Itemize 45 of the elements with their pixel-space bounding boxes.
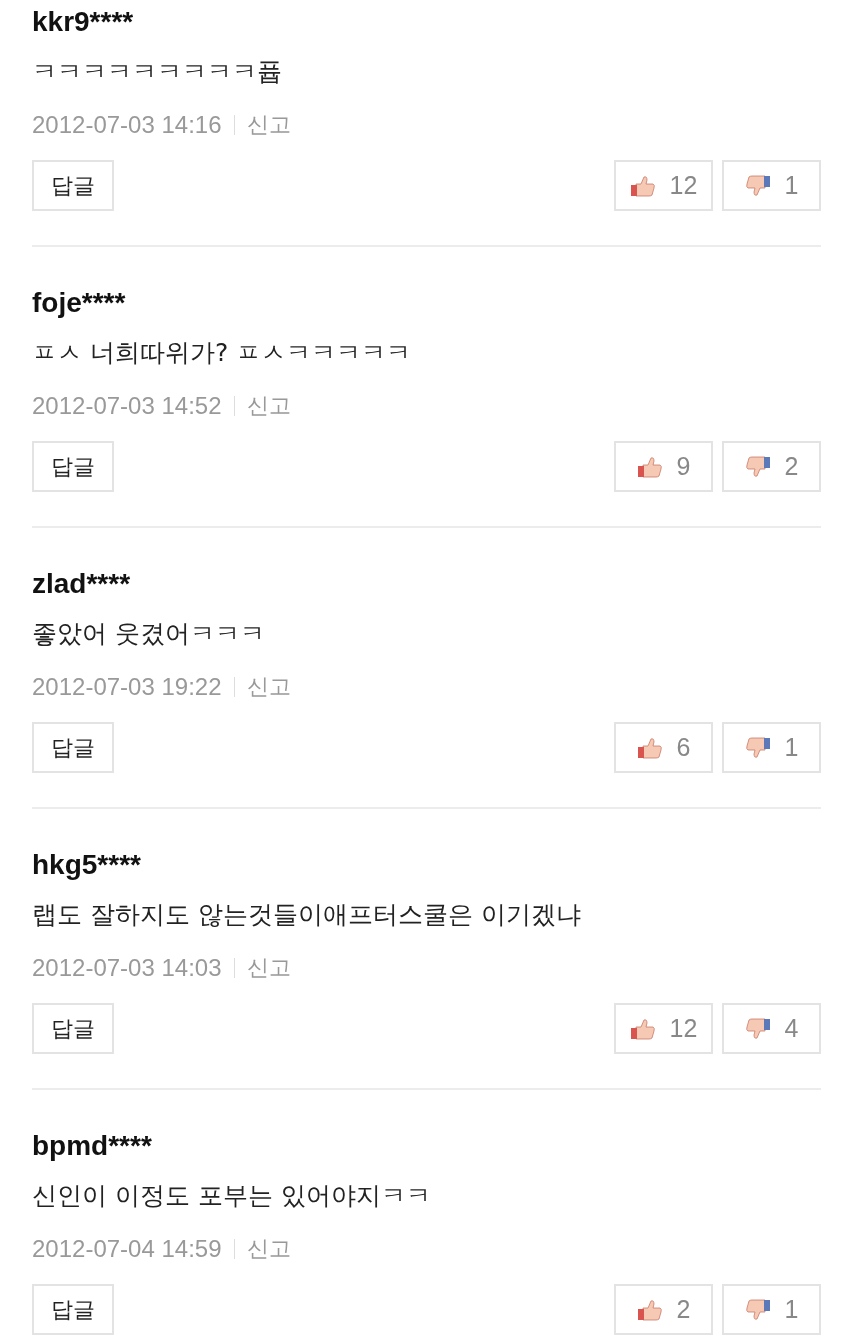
dislike-button[interactable]: 1 xyxy=(722,1284,821,1335)
thumbs-down-icon xyxy=(744,736,771,759)
reply-button[interactable]: 답글 xyxy=(32,160,114,211)
like-button[interactable]: 6 xyxy=(614,722,713,773)
report-link[interactable]: 신고 xyxy=(246,391,291,421)
dislike-button[interactable]: 4 xyxy=(722,1003,821,1054)
comment-text: 신인이 이정도 포부는 있어야지ㅋㅋ xyxy=(32,1180,432,1212)
reply-button[interactable]: 답글 xyxy=(32,1284,114,1335)
comment-text: 랩도 잘하지도 않는것들이애프터스쿨은 이기겠냐 xyxy=(32,899,582,931)
reply-button[interactable]: 답글 xyxy=(32,722,114,773)
dislike-button[interactable]: 1 xyxy=(722,722,821,773)
username: bpmd**** xyxy=(32,1129,153,1163)
thumbs-up-icon xyxy=(636,736,663,759)
comment-text: 좋았어 웃겼어ㅋㅋㅋ xyxy=(32,618,266,650)
username: kkr9**** xyxy=(32,5,135,39)
like-button[interactable]: 12 xyxy=(614,1003,713,1054)
thumbs-up-icon xyxy=(636,1298,663,1321)
report-link[interactable]: 신고 xyxy=(246,1234,291,1264)
username: hkg5**** xyxy=(32,848,142,882)
comment-text: ㅍㅅ 너희따위가? ㅍㅅㅋㅋㅋㅋㅋ xyxy=(32,337,413,369)
thumbs-down-icon xyxy=(744,1017,771,1040)
thumbs-up-icon xyxy=(629,1017,656,1040)
dislike-button[interactable]: 2 xyxy=(722,441,821,492)
comment-date: 2012-07-03 14:03 xyxy=(32,954,222,982)
thumbs-down-icon xyxy=(744,174,771,197)
report-link[interactable]: 신고 xyxy=(246,672,291,702)
reply-button[interactable]: 답글 xyxy=(32,1003,114,1054)
thumbs-down-icon xyxy=(744,1298,771,1321)
comment-text: ㅋㅋㅋㅋㅋㅋㅋㅋㅋ퓹 xyxy=(32,56,283,88)
like-button[interactable]: 9 xyxy=(614,441,713,492)
comment-date: 2012-07-03 14:16 xyxy=(32,111,222,139)
comment-date: 2012-07-04 14:59 xyxy=(32,1235,222,1263)
report-link[interactable]: 신고 xyxy=(246,110,291,140)
dislike-button[interactable]: 1 xyxy=(722,160,821,211)
comment-date: 2012-07-03 14:52 xyxy=(32,392,222,420)
thumbs-down-icon xyxy=(744,455,771,478)
username: foje**** xyxy=(32,286,127,320)
comment-date: 2012-07-03 19:22 xyxy=(32,673,222,701)
thumbs-up-icon xyxy=(629,174,656,197)
reply-button[interactable]: 답글 xyxy=(32,441,114,492)
report-link[interactable]: 신고 xyxy=(246,953,291,983)
like-button[interactable]: 12 xyxy=(614,160,713,211)
like-button[interactable]: 2 xyxy=(614,1284,713,1335)
thumbs-up-icon xyxy=(636,455,663,478)
username: zlad**** xyxy=(32,567,132,601)
